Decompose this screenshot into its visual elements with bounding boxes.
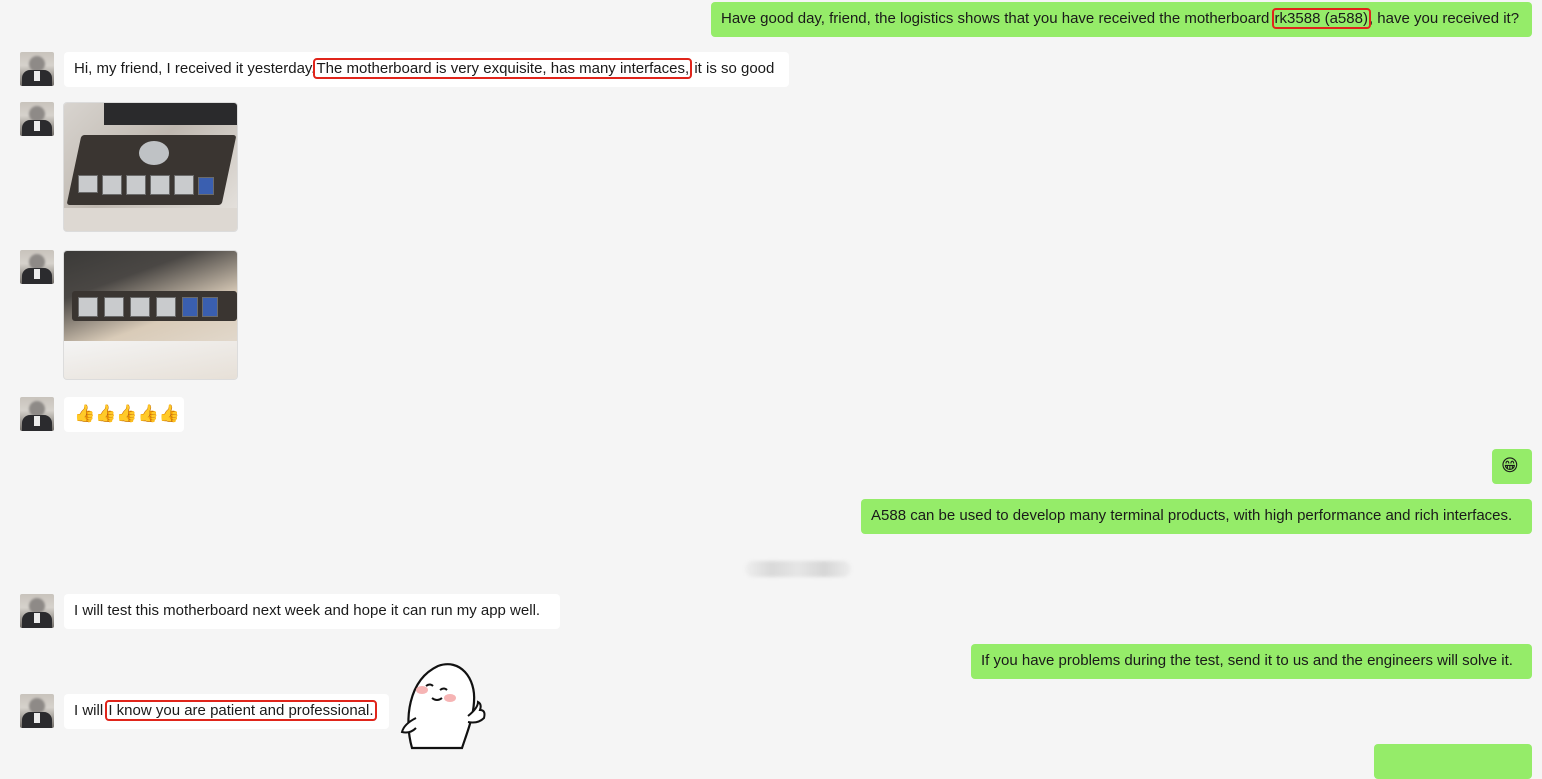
incoming-message-received[interactable]: Hi, my friend, I received it yesterday.T…	[64, 52, 789, 87]
message-text: it is so good	[690, 60, 775, 77]
highlighted-text-exquisite: The motherboard is very exquisite, has m…	[313, 58, 693, 79]
outgoing-message-a588[interactable]: A588 can be used to develop many termina…	[861, 499, 1532, 534]
contact-avatar[interactable]	[20, 52, 54, 86]
thumbs-up-icon: 👍👍👍👍👍	[74, 404, 180, 423]
outgoing-emoji-grin[interactable]: 😁	[1492, 449, 1532, 484]
contact-avatar[interactable]	[20, 594, 54, 628]
outgoing-message-logistics[interactable]: Have good day, friend, the logistics sho…	[711, 2, 1532, 37]
outgoing-message-engineers[interactable]: If you have problems during the test, se…	[971, 644, 1532, 679]
outgoing-message-partial[interactable]	[1374, 744, 1532, 779]
incoming-message-test[interactable]: I will test this motherboard next week a…	[64, 594, 560, 629]
incoming-message-patient[interactable]: I will I know you are patient and profes…	[64, 694, 389, 729]
message-text: A588 can be used to develop many termina…	[871, 507, 1513, 524]
message-text: I will	[74, 702, 108, 719]
message-text: , have you received it?	[1368, 10, 1520, 27]
message-text: Have good day, friend, the logistics sho…	[721, 10, 1274, 27]
message-text: Hi, my friend, I received it yesterday.	[74, 60, 316, 77]
motherboard-photo-top[interactable]	[63, 102, 238, 232]
grin-icon: 😁	[1501, 456, 1519, 475]
highlighted-text-patient: I know you are patient and professional.	[105, 700, 377, 721]
contact-avatar[interactable]	[20, 694, 54, 728]
timestamp-blurred	[745, 561, 851, 577]
message-text: If you have problems during the test, se…	[981, 652, 1513, 669]
cartoon-ghost-sticker[interactable]	[398, 660, 488, 752]
incoming-emoji-thumbs-up[interactable]: 👍👍👍👍👍	[64, 397, 184, 432]
contact-avatar[interactable]	[20, 250, 54, 284]
message-text: I will test this motherboard next week a…	[74, 602, 541, 619]
motherboard-photo-side[interactable]	[63, 250, 238, 380]
highlighted-text-model: rk3588 (a588)	[1271, 8, 1371, 29]
contact-avatar[interactable]	[20, 102, 54, 136]
contact-avatar[interactable]	[20, 397, 54, 431]
